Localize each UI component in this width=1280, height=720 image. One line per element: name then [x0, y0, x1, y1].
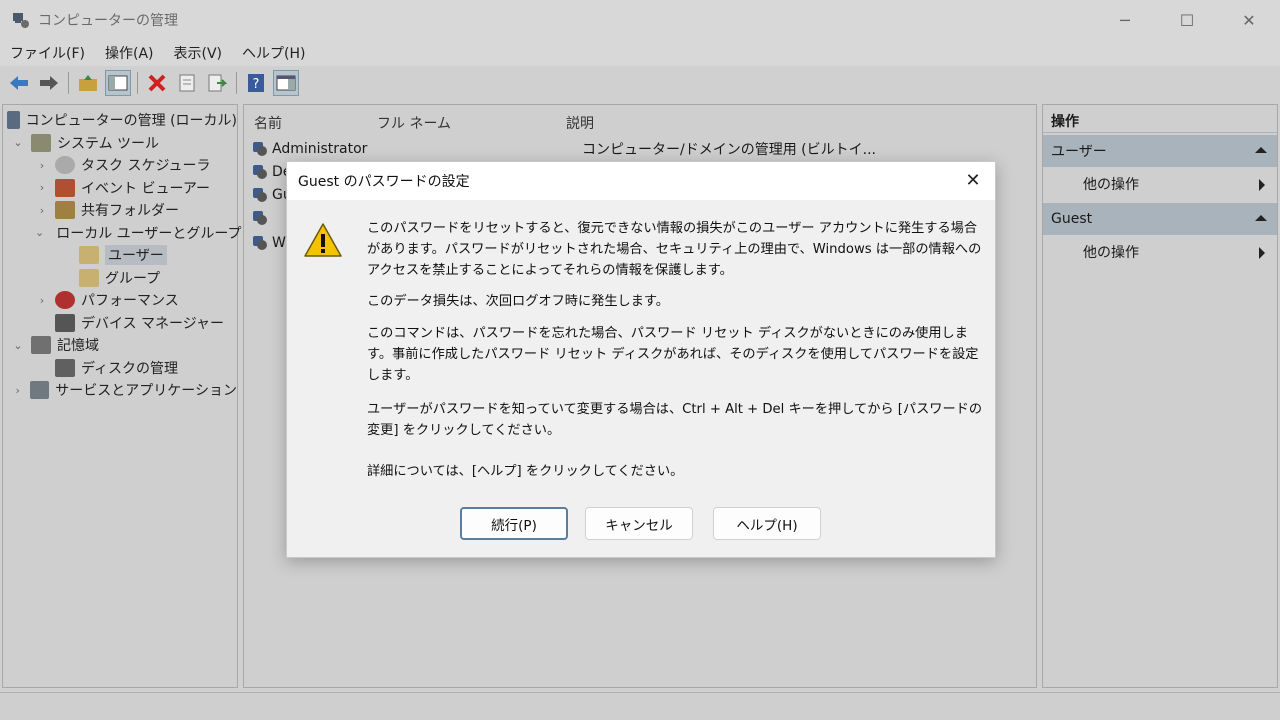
- submenu-arrow-icon: [1259, 179, 1265, 191]
- dialog-data-loss-text: このデータ損失は、次回ログオフ時に発生します。: [367, 294, 669, 309]
- toolbar-separator: [236, 72, 237, 94]
- toolbar-separator: [68, 72, 69, 94]
- user-icon: [250, 163, 268, 181]
- column-header-fullname[interactable]: フル ネーム: [377, 113, 451, 133]
- dialog-title: Guest のパスワードの設定: [298, 174, 470, 190]
- cancel-button[interactable]: キャンセル: [585, 507, 693, 540]
- dialog-command-usage-text: このコマンドは、パスワードを忘れた場合、パスワード リセット ディスクがないとき…: [367, 326, 979, 383]
- show-hide-tree-icon[interactable]: [105, 70, 131, 96]
- help-button[interactable]: ヘルプ(H): [713, 507, 821, 540]
- toolbar-separator: [137, 72, 138, 94]
- dialog-warning-text: このパスワードをリセットすると、復元できない情報の損失がこのユーザー アカウント…: [367, 221, 982, 278]
- tree-item-task-scheduler[interactable]: › タスク スケジューラ: [3, 154, 237, 177]
- maximize-button[interactable]: ☐: [1156, 0, 1218, 40]
- tree-item-services-apps[interactable]: › サービスとアプリケーション: [3, 379, 237, 402]
- dialog-title-bar: Guest のパスワードの設定 ✕: [287, 162, 995, 200]
- show-action-pane-icon[interactable]: [273, 70, 299, 96]
- export-list-icon[interactable]: [204, 70, 230, 96]
- computer-management-icon: [12, 11, 30, 29]
- chevron-down-icon[interactable]: ⌄: [35, 226, 44, 239]
- user-icon: [250, 186, 268, 204]
- actions-section-guest[interactable]: Guest: [1043, 203, 1277, 235]
- event-viewer-icon: [55, 178, 75, 197]
- user-icon: [250, 234, 268, 252]
- set-password-dialog: Guest のパスワードの設定 ✕ このパスワードをリセットすると、復元できない…: [286, 161, 996, 558]
- performance-icon: [55, 291, 75, 310]
- list-item[interactable]: W: [250, 232, 286, 254]
- collapse-up-icon[interactable]: [1255, 147, 1267, 153]
- dialog-close-button[interactable]: ✕: [963, 171, 983, 191]
- storage-icon: [31, 336, 51, 355]
- chevron-right-icon[interactable]: ›: [35, 159, 49, 172]
- tree-item-shared-folders[interactable]: › 共有フォルダー: [3, 199, 237, 222]
- chevron-down-icon[interactable]: ⌄: [11, 339, 25, 352]
- collapse-up-icon[interactable]: [1255, 215, 1267, 221]
- folder-icon: [79, 246, 99, 265]
- actions-section-users[interactable]: ユーザー: [1043, 135, 1277, 167]
- menu-bar: ファイル(F) 操作(A) 表示(V) ヘルプ(H): [0, 40, 1280, 66]
- tree-item-disk-management[interactable]: ディスクの管理: [3, 357, 237, 380]
- list-item[interactable]: [250, 207, 272, 229]
- chevron-right-icon[interactable]: ›: [35, 204, 49, 217]
- chevron-right-icon[interactable]: ›: [35, 181, 49, 194]
- status-bar: [0, 692, 1280, 720]
- submenu-arrow-icon: [1259, 247, 1265, 259]
- tree-item-root[interactable]: コンピューターの管理 (ローカル): [3, 109, 237, 132]
- chevron-right-icon[interactable]: ›: [11, 384, 24, 397]
- action-more-actions-guest[interactable]: 他の操作: [1043, 235, 1277, 269]
- delete-icon[interactable]: [144, 70, 170, 96]
- dialog-help-text: 詳細については、[ヘルプ] をクリックしてください。: [367, 464, 684, 479]
- shared-folder-icon: [55, 201, 75, 220]
- back-arrow-icon[interactable]: [6, 70, 32, 96]
- device-manager-icon: [55, 313, 75, 332]
- menu-file[interactable]: ファイル(F): [0, 43, 95, 63]
- services-icon: [30, 381, 50, 400]
- minimize-button[interactable]: ─: [1094, 0, 1156, 40]
- tree-item-device-manager[interactable]: デバイス マネージャー: [3, 312, 237, 335]
- tree-item-local-users-groups[interactable]: ⌄ ローカル ユーザーとグループ: [3, 222, 242, 245]
- proceed-button[interactable]: 続行(P): [460, 507, 568, 540]
- navigation-tree: コンピューターの管理 (ローカル) ⌄ システム ツール › タスク スケジュー…: [2, 104, 242, 688]
- menu-view[interactable]: 表示(V): [164, 43, 233, 63]
- disk-icon: [55, 358, 75, 377]
- column-header-description[interactable]: 説明: [566, 113, 594, 133]
- properties-icon[interactable]: [174, 70, 200, 96]
- tree-item-event-viewer[interactable]: › イベント ビューアー: [3, 177, 237, 200]
- folder-icon: [79, 268, 99, 287]
- tree-item-performance[interactable]: › パフォーマンス: [3, 289, 237, 312]
- help-icon[interactable]: ?: [243, 70, 269, 96]
- close-window-button[interactable]: ✕: [1218, 0, 1280, 40]
- svg-text:?: ?: [253, 77, 260, 92]
- tree-item-groups[interactable]: グループ: [3, 267, 237, 290]
- title-bar: コンピューターの管理 ─ ☐ ✕: [0, 0, 1280, 40]
- tree-item-users[interactable]: ユーザー: [3, 244, 237, 267]
- clock-icon: [55, 156, 75, 175]
- actions-header: 操作: [1043, 105, 1277, 133]
- tree-item-storage[interactable]: ⌄ 記憶域: [3, 334, 237, 357]
- up-folder-icon[interactable]: [75, 70, 101, 96]
- actions-pane: 操作 ユーザー 他の操作 Guest 他の操作: [1042, 104, 1278, 688]
- column-header-name[interactable]: 名前: [254, 113, 282, 133]
- chevron-down-icon[interactable]: ⌄: [11, 136, 25, 149]
- tools-icon: [31, 133, 51, 152]
- warning-icon: [303, 222, 343, 258]
- tree-item-system-tools[interactable]: ⌄ システム ツール: [3, 132, 237, 155]
- action-more-actions-users[interactable]: 他の操作: [1043, 167, 1277, 201]
- toolbar: ?: [0, 66, 1280, 100]
- user-icon: [250, 209, 268, 227]
- dialog-change-password-text: ユーザーがパスワードを知っていて変更する場合は、Ctrl + Alt + Del…: [367, 402, 983, 438]
- forward-arrow-icon[interactable]: [36, 70, 62, 96]
- computer-management-icon: [7, 111, 20, 130]
- chevron-right-icon[interactable]: ›: [35, 294, 49, 307]
- user-icon: [250, 140, 268, 158]
- menu-action[interactable]: 操作(A): [95, 43, 164, 63]
- window-title: コンピューターの管理: [38, 13, 178, 29]
- menu-help[interactable]: ヘルプ(H): [232, 43, 315, 63]
- list-item[interactable]: Administrator コンピューター/ドメインの管理用 (ビルトイ...: [250, 138, 876, 160]
